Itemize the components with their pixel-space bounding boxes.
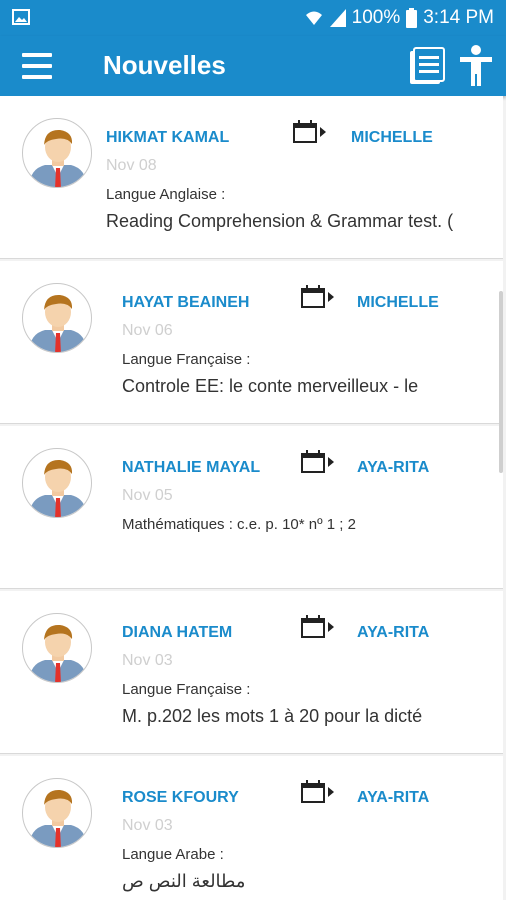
message-preview: Controle EE: le conte merveilleux - le [122,376,419,396]
message-subject: Langue Arabe : [122,846,224,863]
list-item[interactable]: ROSE KFOURY AYA-RITA Nov 03 Langue Arabe… [0,756,503,900]
calendar-icon [301,450,334,473]
avatar-icon [22,283,92,353]
sender-name: ROSE KFOURY [122,789,239,806]
battery-level: 100% [351,7,401,28]
message-date: Nov 03 [122,817,173,834]
gallery-icon [12,9,30,25]
message-subject: Mathématiques : c.e. p. 10* nº 1 ; 2 [122,516,356,533]
message-preview: Reading Comprehension & Grammar test. ( [106,211,454,231]
recipient-name: MICHELLE [351,129,433,146]
menu-icon[interactable] [22,53,52,79]
recipient-name: AYA-RITA [357,459,430,476]
message-date: Nov 06 [122,322,173,339]
scroll-indicator [499,291,503,473]
recipient-name: AYA-RITA [357,789,430,806]
page-title: Nouvelles [103,50,226,80]
wifi-icon [305,11,322,25]
calendar-icon [301,615,334,638]
battery-icon [406,8,418,28]
message-subject: Langue Française : [122,681,251,698]
sender-name: NATHALIE MAYAL [122,459,261,476]
message-subject: Langue Française : [122,351,251,368]
message-date: Nov 05 [122,487,173,504]
avatar-icon [22,448,92,518]
sender-name: DIANA HATEM [122,624,233,641]
list-item[interactable]: HAYAT BEAINEH MICHELLE Nov 06 Langue Fra… [0,261,503,424]
sender-name: HIKMAT KAMAL [106,129,230,146]
message-date: Nov 03 [122,652,173,669]
message-preview: مطالعة النص ص [122,871,246,891]
recipient-name: AYA-RITA [357,624,430,641]
person-icon[interactable] [458,44,494,88]
list-item[interactable]: HIKMAT KAMAL MICHELLE Nov 08 Langue Angl… [0,96,503,259]
calendar-icon [301,780,334,803]
list-item[interactable]: NATHALIE MAYAL AYA-RITA Nov 05 Mathémati… [0,426,503,589]
message-preview: M. p.202 les mots 1 à 20 pour la dicté [122,706,423,726]
calendar-icon [293,120,326,143]
news-feed[interactable]: HIKMAT KAMAL MICHELLE Nov 08 Langue Angl… [0,96,506,900]
avatar-icon [22,118,92,188]
message-date: Nov 08 [106,157,157,174]
list-item[interactable]: DIANA HATEM AYA-RITA Nov 03 Langue Franç… [0,591,503,754]
signal-icon [329,9,346,27]
app-bar: Nouvelles [0,36,506,96]
message-subject: Langue Anglaise : [106,186,226,203]
sender-name: HAYAT BEAINEH [122,294,250,311]
status-bar: 100% 3:14 PM [0,0,506,36]
avatar-icon [22,778,92,848]
recipient-name: MICHELLE [357,294,439,311]
clock: 3:14 PM [423,7,494,28]
list-icon[interactable] [408,46,446,86]
calendar-icon [301,285,334,308]
avatar-icon [22,613,92,683]
